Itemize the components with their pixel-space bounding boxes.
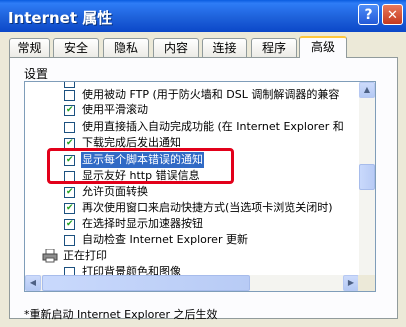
tab-general[interactable]: 常规	[9, 38, 50, 57]
tab-programs[interactable]: 程序	[251, 38, 297, 57]
list-item-label: 再次使用窗口来启动快捷方式(当选项卡浏览关闭时)	[82, 201, 333, 214]
checkbox[interactable]	[64, 235, 75, 246]
checkbox[interactable]	[64, 217, 75, 231]
restart-note: *重新启动 Internet Explorer 之后生效	[24, 308, 218, 321]
list-item-label: 在选择时显示加速器按钮	[82, 217, 203, 230]
checkbox[interactable]	[64, 171, 75, 182]
checkbox[interactable]	[64, 153, 75, 167]
scroll-thumb[interactable]	[359, 164, 375, 190]
scroll-corner	[358, 275, 375, 291]
list-item-label: 使用平滑滚动	[82, 103, 148, 116]
list-item-label: 自动检查 Internet Explorer 更新	[82, 233, 248, 246]
list-item-label: 使用被动 FTP (用于防火墙和 DSL 调制解调器的兼容	[82, 88, 340, 101]
printer-icon	[42, 248, 58, 263]
checkbox[interactable]	[64, 136, 75, 150]
title-bar: Internet 属性 ? ✕	[0, 0, 406, 32]
checkbox[interactable]	[64, 90, 75, 101]
close-button[interactable]: ✕	[382, 4, 403, 25]
help-button[interactable]: ?	[358, 4, 379, 25]
tab-privacy[interactable]: 隐私	[103, 38, 149, 57]
list-item-label: 显示友好 http 错误信息	[82, 169, 200, 182]
checkbox[interactable]	[64, 122, 75, 133]
scroll-thumb-horizontal[interactable]	[42, 275, 250, 291]
checkbox[interactable]	[64, 185, 75, 199]
settings-list: 使用被动 FTP (用于防火墙和 DSL 调制解调器的兼容 使用平滑滚动 使用直…	[24, 81, 376, 292]
tab-content[interactable]: 内容	[153, 38, 199, 57]
scroll-left-button[interactable]: ◀	[25, 275, 41, 291]
settings-label: 设置	[24, 67, 49, 81]
window-title: Internet 属性	[8, 9, 113, 27]
group-label: 正在打印	[63, 249, 107, 262]
vertical-scrollbar[interactable]: ▲ ▼	[359, 82, 375, 291]
tab-connections[interactable]: 连接	[202, 38, 247, 57]
horizontal-scrollbar[interactable]: ◀ ▶	[25, 275, 359, 291]
list-item-label: 显示每个脚本错误的通知	[81, 152, 204, 168]
list-item-label: 使用直接插入自动完成功能 (在 Internet Explorer 和	[82, 120, 344, 133]
list-item-label: 允许页面转换	[82, 185, 148, 198]
checkbox[interactable]	[64, 82, 75, 88]
list-item-label: 下载完成后发出通知	[82, 136, 181, 149]
checkbox[interactable]	[64, 103, 75, 117]
scroll-right-button[interactable]: ▶	[343, 275, 359, 291]
scroll-up-button[interactable]: ▲	[359, 82, 375, 98]
checkbox[interactable]	[64, 201, 75, 215]
tab-security[interactable]: 安全	[53, 38, 99, 57]
tab-advanced[interactable]: 高级	[299, 36, 347, 58]
